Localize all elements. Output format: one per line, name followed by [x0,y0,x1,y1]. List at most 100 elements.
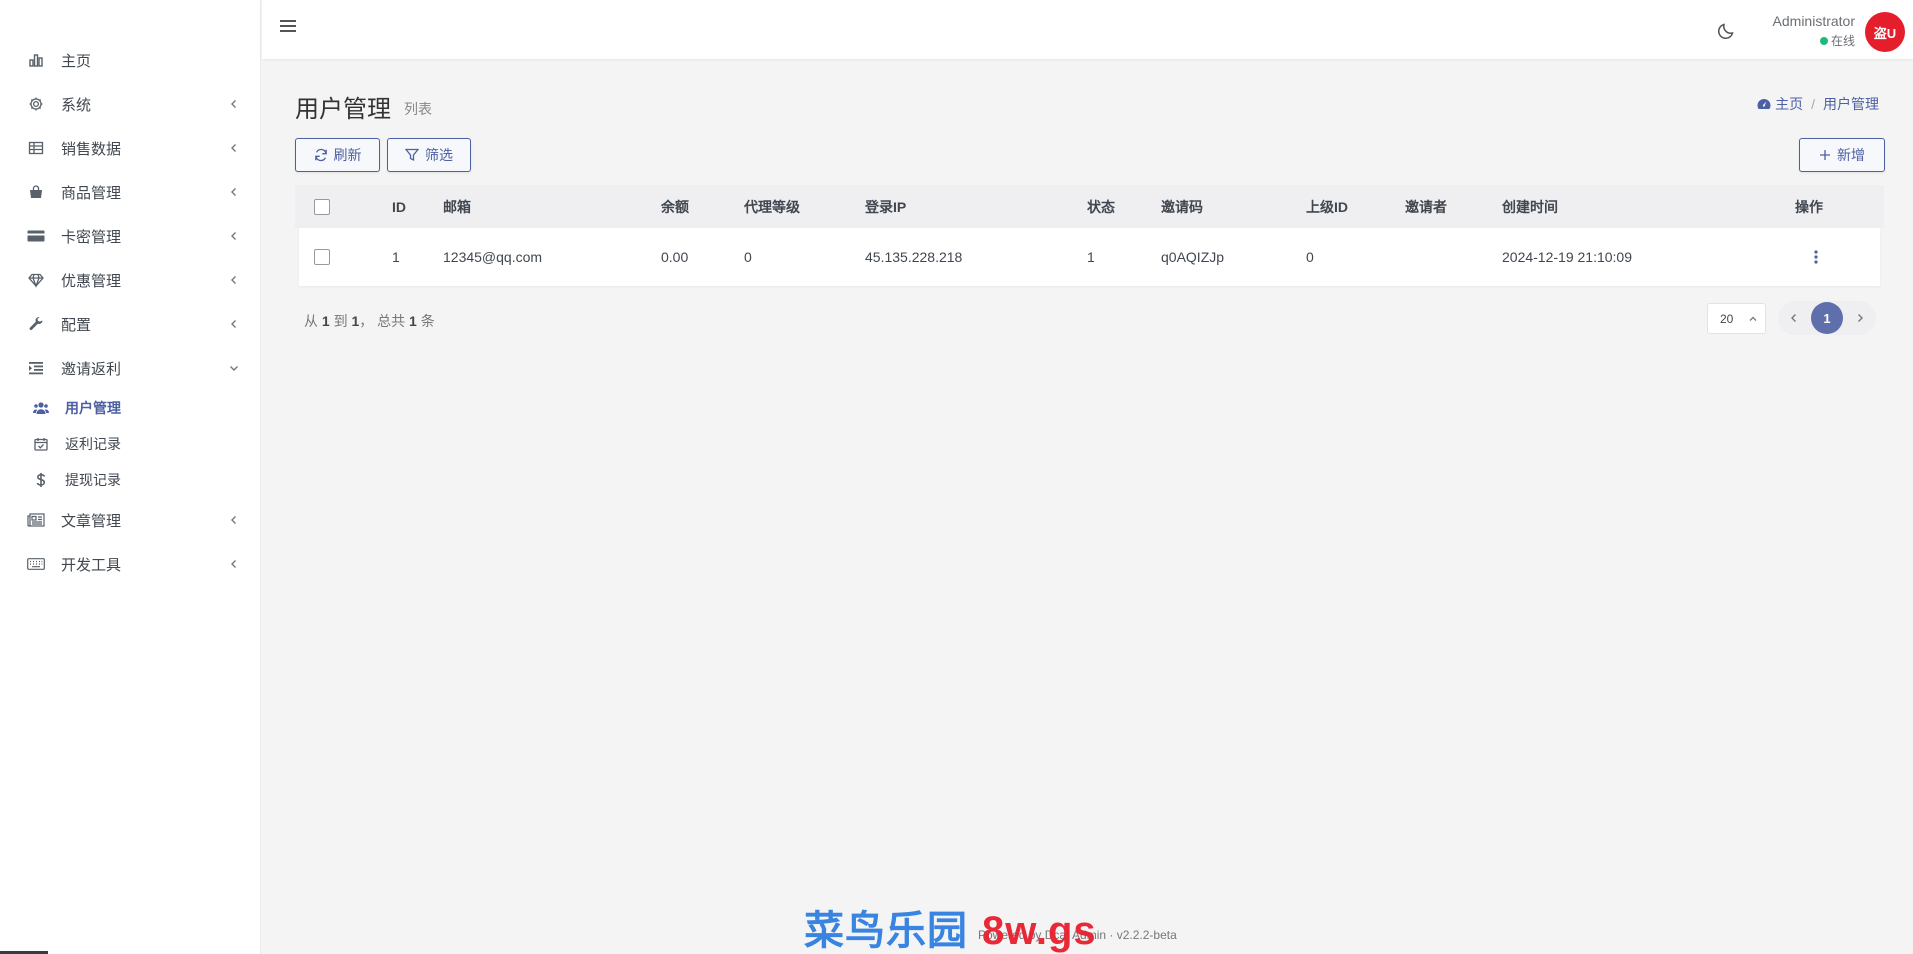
sidebar-subitem-rebates[interactable]: 返利记录 [0,426,261,462]
column-header-agent-level[interactable]: 代理等级 [744,197,800,217]
prev-page-icon[interactable] [1786,310,1802,326]
calendar-check-icon [33,436,49,452]
moon-icon[interactable] [1717,22,1737,42]
cell-agent-level: 0 [744,249,752,265]
cell-status: 1 [1087,249,1095,265]
breadcrumb-separator: / [1811,96,1815,112]
chevron-left-icon [227,317,241,331]
topbar: Administrator 在线 盗U [262,0,1913,59]
sidebar-item-config[interactable]: 配置 [0,302,261,346]
sidebar-item-system[interactable]: 系统 [0,82,261,126]
refresh-button[interactable]: 刷新 [295,138,380,172]
avatar[interactable]: 盗U [1865,12,1905,52]
sidebar-item-label: 主页 [61,52,92,70]
column-header-id[interactable]: ID [392,199,406,215]
plus-icon [1820,150,1830,160]
column-header-inviter[interactable]: 邀请者 [1405,197,1447,217]
summary-total-label: ， 总共 [359,313,406,329]
column-header-login-ip[interactable]: 登录IP [865,197,906,217]
sidebar-item-articles[interactable]: 文章管理 [0,498,261,542]
next-page-icon[interactable] [1852,310,1868,326]
filter-button[interactable]: 筛选 [387,138,471,172]
sidebar-subitem-users[interactable]: 用户管理 [0,390,261,426]
sidebar-item-products[interactable]: 商品管理 [0,170,261,214]
breadcrumb: 主页 / 用户管理 [1757,94,1879,114]
user-table: ID 邮箱 余额 代理等级 登录IP 状态 邀请码 上级ID 邀请者 创建时间 … [295,185,1884,286]
sidebar-item-label: 邀请返利 [61,360,122,378]
chevron-left-icon [227,141,241,155]
breadcrumb-home[interactable]: 主页 [1757,94,1803,114]
sidebar-subitem-label: 提现记录 [65,472,121,488]
column-header-actions: 操作 [1795,198,1823,215]
filter-button-label: 筛选 [425,147,453,163]
users-icon [33,400,49,416]
user-status: 在线 [1819,32,1855,49]
column-header-email[interactable]: 邮箱 [443,197,471,217]
select-all-checkbox[interactable] [314,199,330,215]
summary-to: 到 [333,313,348,329]
menu-toggle-icon[interactable] [280,18,300,38]
sidebar-item-label: 优惠管理 [61,272,122,290]
sidebar-item-label: 系统 [61,96,92,114]
column-header-balance[interactable]: 余额 [661,197,689,217]
cell-id: 1 [392,249,400,265]
sidebar-item-discounts[interactable]: 优惠管理 [0,258,261,302]
per-page-select[interactable]: 20 [1707,303,1766,334]
shopping-bag-icon [27,183,45,201]
cell-parent-id: 0 [1306,249,1314,265]
pagination-summary: 从 1 到 1， 总共 1 条 [304,311,435,331]
breadcrumb-current: 用户管理 [1823,96,1879,112]
table-row: 1 12345@qq.com 0.00 0 45.135.228.218 1 q… [299,228,1880,286]
row-checkbox[interactable] [314,249,330,265]
chevron-left-icon [227,513,241,527]
chevron-down-icon [227,361,241,375]
dashboard-icon [1757,99,1771,109]
online-status-dot [1819,36,1828,45]
watermark-text-red: 8w.gs [982,909,1097,953]
watermark: 菜鸟乐园 8w.gs [804,898,1097,954]
page-subtitle: 列表 [404,101,432,117]
sidebar-item-devtools[interactable]: 开发工具 [0,542,261,586]
cell-login-ip: 45.135.228.218 [865,249,963,265]
user-name[interactable]: Administrator [1773,13,1855,29]
sidebar-item-home[interactable]: 主页 [0,38,261,82]
cell-balance: 0.00 [661,249,689,265]
summary-from: 从 [304,313,318,329]
page-button-current[interactable]: 1 [1811,302,1843,334]
breadcrumb-home-label: 主页 [1775,96,1804,112]
sidebar-item-referral[interactable]: 邀请返利 [0,346,261,390]
sidebar-item-label: 销售数据 [61,140,122,158]
chevron-up-icon [1748,313,1758,323]
column-header-created-at[interactable]: 创建时间 [1502,197,1558,217]
column-header-status[interactable]: 状态 [1087,197,1115,217]
sidebar-subitem-label: 返利记录 [65,436,121,452]
table-icon [27,139,45,157]
sidebar-subitem-label: 用户管理 [65,400,121,416]
watermark-text-blue: 菜鸟乐园 [804,909,968,953]
summary-start: 1 [321,313,330,329]
table-header: ID 邮箱 余额 代理等级 登录IP 状态 邀请码 上级ID 邀请者 创建时间 … [295,185,1884,228]
sidebar-item-label: 开发工具 [61,556,122,574]
summary-unit: 条 [420,313,435,329]
per-page-value: 20 [1720,311,1734,326]
keyboard-icon [27,555,45,573]
column-header-parent-id[interactable]: 上级ID [1306,197,1348,217]
sidebar-item-sales[interactable]: 销售数据 [0,126,261,170]
cell-created-at: 2024-12-19 21:10:09 [1502,249,1632,265]
summary-total: 1 [409,313,417,329]
bar-chart-icon [27,51,45,69]
more-actions-icon[interactable] [1808,249,1824,265]
chevron-left-icon [227,185,241,199]
column-header-invite-code[interactable]: 邀请码 [1161,197,1203,217]
chevron-left-icon [227,229,241,243]
add-button[interactable]: 新增 [1799,138,1885,172]
cell-invite-code: q0AQIZJp [1161,249,1225,265]
diamond-icon [27,271,45,289]
filter-icon [405,148,419,162]
sidebar-item-label: 文章管理 [61,512,122,530]
sidebar: 主页 系统 销售数据 商品管理 卡密管理 优惠管理 配置 邀请返利 用户管理 返… [0,0,261,954]
sidebar-subitem-withdrawals[interactable]: 提现记录 [0,462,261,498]
refresh-button-label: 刷新 [333,147,362,163]
sidebar-item-cards[interactable]: 卡密管理 [0,214,261,258]
cell-email: 12345@qq.com [443,249,543,265]
